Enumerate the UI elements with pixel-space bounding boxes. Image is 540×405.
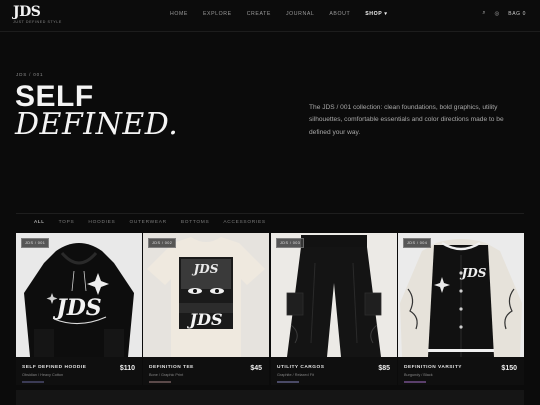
filter-bar: ALL TOPS HOODIES OUTERWEAR BOTTOMS ACCES… — [16, 213, 524, 231]
product-price: $150 — [501, 365, 517, 372]
tee-illustration: JDS JDS — [147, 237, 265, 357]
nav-home[interactable]: HOME — [170, 11, 188, 17]
product-name: UTILITY CARGOS — [277, 365, 325, 370]
site-header: JDS JUST DEFINED STYLE HOME EXPLORE CREA… — [0, 0, 540, 32]
product-name: SELF DEFINED HOODIE — [22, 365, 87, 370]
nav-create[interactable]: CREATE — [247, 11, 271, 17]
svg-text:JDS: JDS — [192, 262, 219, 276]
varsity-illustration: JDS — [400, 239, 522, 357]
color-swatch[interactable] — [22, 381, 44, 383]
hero-description: The JDS / 001 collection: clean foundati… — [309, 104, 504, 136]
search-icon[interactable]: ⌕ — [482, 10, 485, 17]
product-info: DEFINITION VARSITY Burgundy / Black $150 — [398, 357, 524, 385]
filter-bottoms[interactable]: BOTTOMS — [181, 220, 210, 225]
product-card[interactable]: JDS / 004 JDS DEFINITION VARSITY Burgund… — [398, 233, 524, 385]
product-image-cargos: JDS / 003 — [271, 233, 397, 357]
product-name: DEFINITION TEE — [149, 365, 194, 370]
filter-tops[interactable]: TOPS — [59, 220, 75, 225]
product-card[interactable]: JDS / 003 UTILITY CARGOS Graphite / Rela… — [271, 233, 397, 385]
logo-mark: JDS — [13, 4, 41, 20]
product-badge: JDS / 004 — [403, 238, 432, 248]
product-variant: Bone / Graphic Print — [149, 373, 184, 377]
filter-accessories[interactable]: ACCESSORIES — [223, 220, 265, 225]
product-card[interactable]: JDS / 001 JDS SELF DEFINED HOODIE Obsidi… — [16, 233, 142, 385]
header-utilities: ⌕ ◎ BAG 0 — [482, 10, 526, 17]
logo[interactable]: JDS JUST DEFINED STYLE — [13, 5, 62, 24]
nav-explore[interactable]: EXPLORE — [203, 11, 232, 17]
main-nav: HOME EXPLORE CREATE JOURNAL ABOUT SHOP ▾ — [170, 11, 387, 17]
color-swatch[interactable] — [404, 381, 426, 383]
product-badge: JDS / 001 — [21, 238, 50, 248]
product-info: DEFINITION TEE Bone / Graphic Print $45 — [143, 357, 269, 385]
section-divider — [16, 390, 524, 405]
svg-text:JDS: JDS — [460, 266, 487, 280]
product-variant: Burgundy / Black — [404, 373, 433, 377]
product-info: SELF DEFINED HOODIE Obsidian / Heavy Cot… — [16, 357, 142, 385]
nav-shop-label: SHOP — [365, 11, 383, 17]
filter-all[interactable]: ALL — [34, 220, 45, 225]
breadcrumb: JDS / 001 — [16, 72, 44, 77]
svg-text:JDS: JDS — [52, 295, 101, 321]
account-icon[interactable]: ◎ — [494, 11, 499, 17]
hero-title-line2: DEFINED. — [15, 107, 179, 142]
product-info: UTILITY CARGOS Graphite / Relaxed Fit $8… — [271, 357, 397, 385]
filter-hoodies[interactable]: HOODIES — [88, 220, 115, 225]
product-name: DEFINITION VARSITY — [404, 365, 462, 370]
product-image-tee: JDS / 002 JDS JDS — [143, 233, 269, 357]
product-variant: Graphite / Relaxed Fit — [277, 373, 314, 377]
nav-journal[interactable]: JOURNAL — [286, 11, 314, 17]
product-variant: Obsidian / Heavy Cotton — [22, 373, 64, 377]
product-image-varsity: JDS / 004 JDS — [398, 233, 524, 357]
product-badge: JDS / 003 — [276, 238, 305, 248]
product-badge: JDS / 002 — [148, 238, 177, 248]
product-price: $110 — [119, 365, 135, 372]
logo-tagline: JUST DEFINED STYLE — [13, 20, 62, 24]
cargos-illustration — [286, 235, 382, 357]
product-price: $45 — [250, 365, 262, 372]
nav-shop[interactable]: SHOP ▾ — [365, 11, 387, 17]
product-card[interactable]: JDS / 002 JDS JDS DEFINITION TEE Bone / … — [143, 233, 269, 385]
product-price: $85 — [378, 365, 390, 372]
nav-about[interactable]: ABOUT — [329, 11, 350, 17]
hoodie-illustration: JDS — [24, 243, 134, 357]
bag-button[interactable]: BAG 0 — [508, 11, 526, 17]
product-image-hoodie: JDS / 001 JDS — [16, 233, 142, 357]
filter-outerwear[interactable]: OUTERWEAR — [129, 220, 166, 225]
chevron-down-icon: ▾ — [384, 11, 388, 17]
color-swatch[interactable] — [149, 381, 171, 383]
color-swatch[interactable] — [277, 381, 299, 383]
